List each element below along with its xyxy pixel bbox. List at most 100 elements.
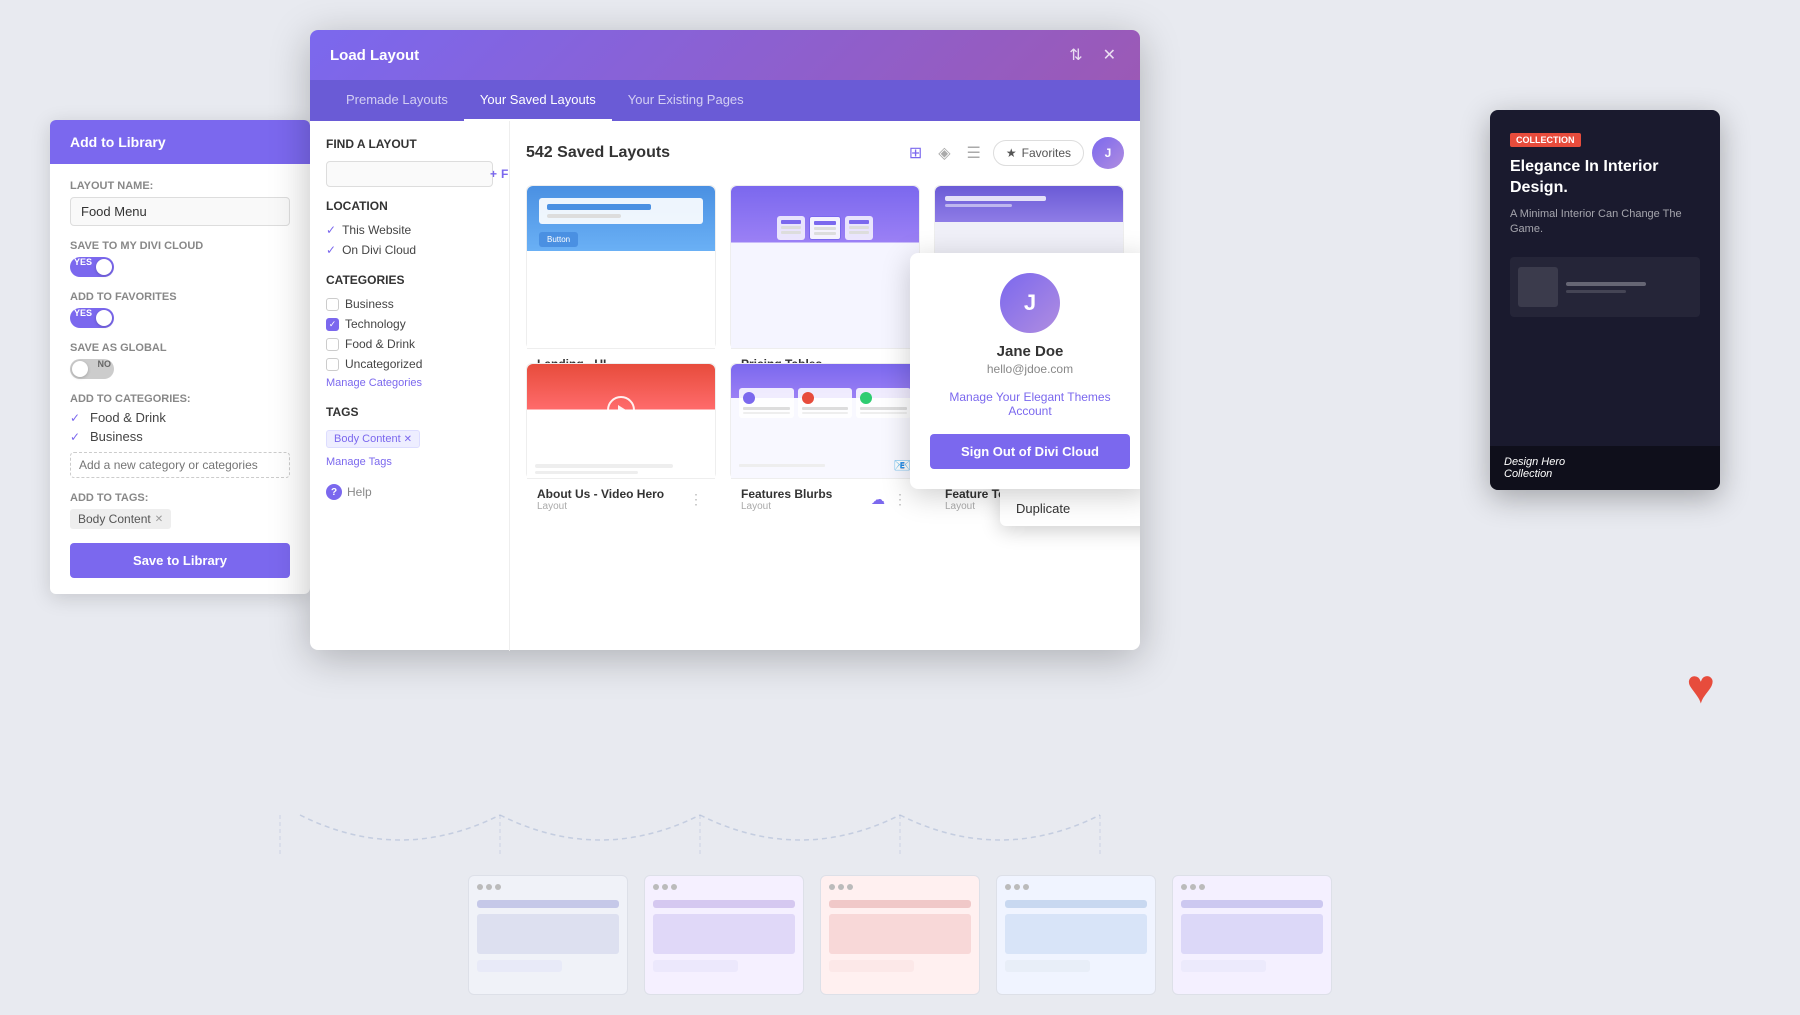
location-this-website-label: This Website bbox=[342, 223, 411, 237]
categories-section: Categories Business ✓ Technology Food & … bbox=[326, 273, 493, 389]
modal-header-actions: ⇅ ✕ bbox=[1065, 41, 1120, 69]
bg-thumb-3[interactable] bbox=[820, 875, 980, 995]
body-content-tag[interactable]: Body Content ✕ bbox=[70, 509, 171, 529]
location-title: Location bbox=[326, 199, 493, 213]
help-label: Help bbox=[347, 485, 372, 499]
collection-badge: COLLECTION bbox=[1510, 133, 1581, 147]
modal-close-button[interactable]: ✕ bbox=[1099, 41, 1120, 69]
profile-avatar-button[interactable]: J bbox=[1092, 137, 1124, 169]
tab-premade-layouts[interactable]: Premade Layouts bbox=[330, 80, 464, 121]
tab-saved-layouts[interactable]: Your Saved Layouts bbox=[464, 80, 612, 121]
add-category-input[interactable] bbox=[70, 452, 290, 478]
modal-sidebar: Find a Layout + Filter Location ✓ This W… bbox=[310, 121, 510, 651]
manage-account-link[interactable]: Manage Your Elegant Themes Account bbox=[930, 390, 1130, 418]
favorites-filter-button[interactable]: ★ Favorites bbox=[993, 140, 1084, 166]
connection-lines bbox=[200, 805, 1300, 885]
layout-card-info-about: About Us - Video Hero Layout ⋮ bbox=[527, 478, 715, 520]
cat-business[interactable]: Business bbox=[326, 297, 493, 311]
layouts-count: 542 Saved Layouts bbox=[526, 144, 670, 162]
star-icon: ★ bbox=[1006, 146, 1017, 160]
cat-uncategorized[interactable]: Uncategorized bbox=[326, 357, 493, 371]
tags-title: Tags bbox=[326, 405, 493, 419]
cat-checkbox-business[interactable] bbox=[326, 298, 339, 311]
save-global-toggle[interactable]: NO bbox=[70, 359, 114, 379]
content-header: 542 Saved Layouts ⊞ ◈ ☰ ★ Favorites J bbox=[526, 137, 1124, 169]
cat-technology[interactable]: ✓ Technology bbox=[326, 317, 493, 331]
sidebar-body-content-tag[interactable]: Body Content ✕ bbox=[326, 430, 420, 448]
category-food-drink-label: Food & Drink bbox=[90, 410, 166, 425]
sidebar-tag-remove-icon[interactable]: ✕ bbox=[404, 434, 412, 445]
save-cloud-toggle[interactable]: YES bbox=[70, 257, 114, 277]
cat-food-drink[interactable]: Food & Drink bbox=[326, 337, 493, 351]
tag-label: Body Content bbox=[78, 512, 151, 526]
filter-button[interactable]: + Filter bbox=[490, 167, 510, 181]
help-icon: ? bbox=[326, 484, 342, 500]
grid-view-button[interactable]: ⊞ bbox=[905, 141, 926, 165]
layout-card-actions-about: ⋮ bbox=[687, 491, 705, 508]
save-library-button[interactable]: Save to Library bbox=[70, 543, 290, 578]
interior-design-title: Elegance In Interior Design. bbox=[1510, 157, 1700, 199]
cloud-icon-features: ☁ bbox=[871, 491, 885, 508]
bg-thumb-5[interactable] bbox=[1172, 875, 1332, 995]
cat-checkbox-uncat[interactable] bbox=[326, 358, 339, 371]
context-duplicate-label: Duplicate bbox=[1016, 501, 1070, 516]
more-btn-features[interactable]: ⋮ bbox=[891, 491, 909, 508]
layout-thumb-pricing bbox=[731, 186, 919, 348]
add-categories-label: Add to Categories: bbox=[70, 393, 290, 405]
sign-out-button[interactable]: Sign Out of Divi Cloud bbox=[930, 434, 1130, 469]
save-global-label: Save as Global bbox=[70, 342, 290, 354]
add-library-title: Add to Library bbox=[70, 134, 166, 150]
location-section: Location ✓ This Website ✓ On Divi Cloud bbox=[326, 199, 493, 257]
modal-content-area: 542 Saved Layouts ⊞ ◈ ☰ ★ Favorites J bbox=[510, 121, 1140, 651]
interior-design-footer: Design Hero Collection bbox=[1490, 446, 1720, 490]
tag-remove[interactable]: ✕ bbox=[155, 514, 163, 525]
location-this-website[interactable]: ✓ This Website bbox=[326, 223, 493, 237]
cat-checkbox-food[interactable] bbox=[326, 338, 339, 351]
modal-header: Load Layout ⇅ ✕ bbox=[310, 30, 1140, 80]
floating-heart-icon: ♥ bbox=[1687, 660, 1716, 715]
interior-design-content: COLLECTION Elegance In Interior Design. … bbox=[1490, 110, 1720, 345]
location-divi-cloud-label: On Divi Cloud bbox=[342, 243, 416, 257]
sidebar-tag-label: Body Content bbox=[334, 433, 401, 445]
bg-thumb-2[interactable] bbox=[644, 875, 804, 995]
tags-sidebar-section: Tags Body Content ✕ Manage Tags bbox=[326, 405, 493, 468]
location-check-1: ✓ bbox=[326, 223, 336, 237]
find-layout-title: Find a Layout bbox=[326, 137, 493, 151]
categories-title: Categories bbox=[326, 273, 493, 287]
layout-card-features[interactable]: 📧 Features Blurbs Layout ☁ ⋮ bbox=[730, 363, 920, 479]
layout-name-input[interactable] bbox=[70, 197, 290, 226]
location-check-2: ✓ bbox=[326, 243, 336, 257]
tab-existing-pages[interactable]: Your Existing Pages bbox=[612, 80, 760, 121]
layout-card-name-features: Features Blurbs bbox=[741, 487, 832, 501]
layout-card-about[interactable]: About Us - Video Hero Layout ⋮ bbox=[526, 363, 716, 479]
add-tags-label: Add to Tags: bbox=[70, 492, 290, 504]
bg-thumb-1[interactable] bbox=[468, 875, 628, 995]
cat-food-label: Food & Drink bbox=[345, 337, 415, 351]
favorites-label: Favorites bbox=[1022, 146, 1071, 160]
search-input[interactable] bbox=[335, 167, 490, 181]
layout-card-landing[interactable]: Button Landing - UI Mockup Layout ☁ ♥ ⋮ bbox=[526, 185, 716, 349]
context-menu-duplicate[interactable]: Duplicate bbox=[1000, 491, 1140, 526]
layout-card-type-features: Layout bbox=[741, 501, 832, 512]
cat-checkbox-technology[interactable]: ✓ bbox=[326, 318, 339, 331]
collection-text: Collection bbox=[1504, 468, 1706, 480]
add-library-panel: Add to Library Layout Name: Save to my D… bbox=[50, 120, 310, 594]
manage-tags-link[interactable]: Manage Tags bbox=[326, 456, 493, 468]
view-controls: ⊞ ◈ ☰ ★ Favorites J bbox=[905, 137, 1124, 169]
location-divi-cloud[interactable]: ✓ On Divi Cloud bbox=[326, 243, 493, 257]
layout-card-pricing[interactable]: Pricing Tables Layout ♥ ⋮ bbox=[730, 185, 920, 349]
list-view-button[interactable]: ☰ bbox=[963, 141, 985, 165]
help-link[interactable]: ? Help bbox=[326, 484, 493, 500]
profile-name: Jane Doe bbox=[930, 343, 1130, 360]
profile-avatar: J bbox=[1000, 273, 1060, 333]
modal-settings-button[interactable]: ⇅ bbox=[1065, 41, 1086, 69]
profile-email: hello@jdoe.com bbox=[930, 362, 1130, 376]
profile-dropdown: J Jane Doe hello@jdoe.com Manage Your El… bbox=[910, 253, 1140, 489]
more-btn-about[interactable]: ⋮ bbox=[687, 491, 705, 508]
add-favorites-toggle[interactable]: YES bbox=[70, 308, 114, 328]
bookmark-view-button[interactable]: ◈ bbox=[934, 141, 954, 165]
modal-title: Load Layout bbox=[330, 47, 419, 64]
manage-categories-link[interactable]: Manage Categories bbox=[326, 377, 493, 389]
filter-label: Filter bbox=[501, 167, 510, 181]
bg-thumb-4[interactable] bbox=[996, 875, 1156, 995]
